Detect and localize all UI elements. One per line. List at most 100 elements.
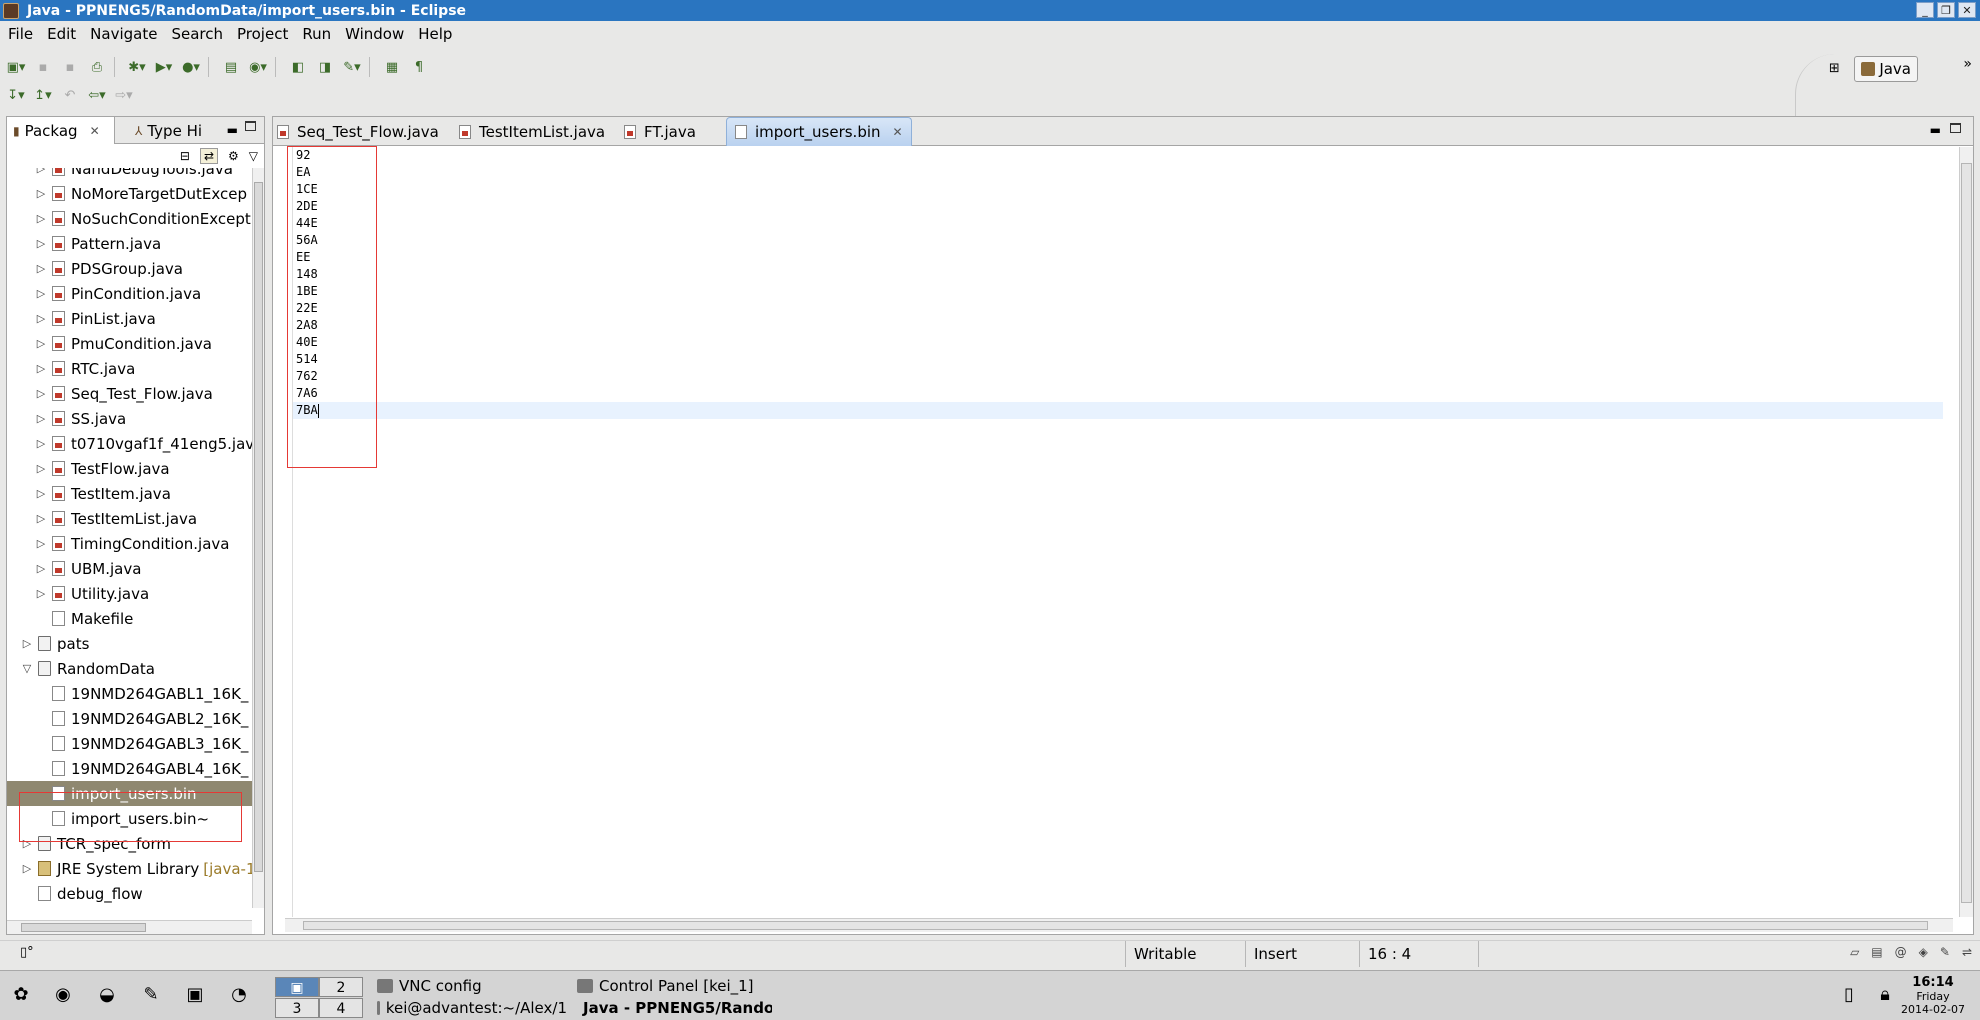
next-annotation-icon[interactable]: ↧▾ [5,85,27,105]
open-folder-icon[interactable]: ◨ [314,57,336,77]
close-icon[interactable]: ✕ [90,124,100,138]
new-class-icon[interactable]: ◉▾ [247,57,269,77]
javadoc-icon[interactable]: @ [1895,945,1907,959]
tree-folder-item[interactable]: ▷ pats [21,631,90,656]
menu-help[interactable]: Help [412,25,458,43]
workspace-3[interactable]: 3 [275,998,319,1018]
tree-file-item[interactable]: ▷ NoSuchConditionExcept [35,206,251,231]
tree-file-item[interactable]: ▷ SS.java [35,406,126,431]
tree-file-item[interactable]: ▷ PinList.java [35,306,156,331]
collapse-all-icon[interactable]: ⊟ [180,149,190,163]
toggle-mark-icon[interactable]: ▦ [381,57,403,77]
task-eclipse[interactable]: Java - PPNENG5/Rando [577,997,772,1018]
print-icon[interactable]: ⎙ [86,57,108,77]
tree-file-item[interactable]: ▷ TestFlow.java [35,456,170,481]
tree-file-item[interactable]: ▷ NoMoreTargetDutExcep [35,181,247,206]
minimize-icon[interactable]: ▬ [227,123,238,137]
tree-file-item[interactable]: ▷ Pattern.java [35,231,161,256]
tree-file-item[interactable]: debug_flow [21,881,143,906]
tree-file-item[interactable]: 19NMD264GABL1_16K_ [35,681,248,706]
menu-project[interactable]: Project [231,25,294,43]
chevron-right-icon[interactable]: ▷ [35,437,47,450]
tab-type-hierarchy[interactable]: ⅄ Type Hi [131,117,202,144]
tree-file-item[interactable]: Makefile [35,606,133,631]
help-icon[interactable]: ◔ [226,984,252,1008]
tree-folder-item[interactable]: ▽ RandomData [21,656,155,681]
chevron-right-icon[interactable]: ▷ [21,637,33,650]
tree-file-item[interactable]: ▷ PmuCondition.java [35,331,212,356]
editor-icon[interactable]: ✎ [138,984,164,1008]
chevron-right-icon[interactable]: ▷ [35,212,47,225]
view-menu-icon[interactable]: ▽ [249,149,258,163]
lock-icon[interactable]: 🔒︎ [1872,984,1898,1008]
show-whitespace-icon[interactable]: ¶ [408,57,430,77]
close-window-button[interactable]: ✕ [1958,2,1976,18]
minimize-window-button[interactable]: _ [1916,2,1934,18]
editor-tab[interactable]: import_users.bin ✕ [726,117,912,146]
tasks-icon[interactable]: ✎ [1940,945,1950,959]
start-menu-icon[interactable]: ✿ [8,984,34,1008]
chevron-right-icon[interactable]: ▷ [35,562,47,575]
maximize-icon[interactable] [245,121,256,131]
editor-tab[interactable]: FT.java [624,117,696,146]
last-edit-icon[interactable]: ↶ [59,85,81,105]
editor-tab[interactable]: TestItemList.java [459,117,605,146]
new-icon[interactable]: ▣▾ [5,57,27,77]
tree-file-item[interactable]: ▷ UBM.java [35,556,142,581]
save-icon[interactable]: ▪ [32,57,54,77]
tab-package-explorer[interactable]: ▮ Packag ✕ [7,117,115,144]
fast-view-icon[interactable]: ▯° [20,945,34,960]
link-with-editor-icon[interactable]: ⇄ [199,148,218,164]
chevron-right-icon[interactable]: ▷ [35,337,47,350]
workspace-2[interactable]: 2 [319,977,363,997]
tree-file-item[interactable]: 19NMD264GABL3_16K_ [35,731,248,756]
perspective-java-button[interactable]: Java [1854,56,1918,82]
external-tools-icon[interactable]: ●▾ [180,57,202,77]
editor-tab[interactable]: Seq_Test_Flow.java [277,117,439,146]
save-all-icon[interactable]: ▪ [59,57,81,77]
tree-file-item[interactable]: ▷ RTC.java [35,356,136,381]
chevron-right-icon[interactable]: ▷ [35,312,47,325]
chevron-more-icon[interactable]: » [1963,56,1972,72]
filter-icon[interactable]: ⚙ [228,149,239,163]
menu-window[interactable]: Window [339,25,410,43]
workspace-1[interactable]: ▣ [275,977,319,997]
browser-icon[interactable]: ◉ [50,984,76,1008]
open-type-icon[interactable]: ◧ [287,57,309,77]
problems-icon[interactable]: ▤ [1871,945,1882,959]
task-control-panel[interactable]: Control Panel [kei_1] [577,975,817,996]
previous-annotation-icon[interactable]: ↥▾ [32,85,54,105]
chevron-right-icon[interactable]: ▷ [35,387,47,400]
tree-file-item[interactable]: ▷ TimingCondition.java [35,531,230,556]
tree-file-item[interactable]: ▷ Seq_Test_Flow.java [35,381,213,406]
editor-horizontal-scrollbar[interactable] [285,918,1953,932]
menu-search[interactable]: Search [165,25,229,43]
declaration-icon[interactable]: ◈ [1919,945,1928,959]
chevron-right-icon[interactable]: ▷ [35,462,47,475]
chevron-right-icon[interactable]: ▷ [35,537,47,550]
task-terminal[interactable]: kei@advantest:~/Alex/1 [377,997,567,1018]
progress-icon[interactable]: ⇌ [1962,945,1972,959]
chevron-right-icon[interactable]: ▷ [35,287,47,300]
tree-file-item[interactable]: 19NMD264GABL2_16K_ [35,706,248,731]
chevron-right-icon[interactable]: ▷ [35,587,47,600]
chevron-right-icon[interactable]: ▷ [35,262,47,275]
tree-horizontal-scrollbar[interactable] [7,920,252,934]
chevron-right-icon[interactable]: ▷ [35,168,47,175]
chevron-right-icon[interactable]: ▷ [35,237,47,250]
tree-file-item[interactable]: ▷ JRE System Library [java-1 [21,856,252,881]
tree-file-item[interactable]: ▷ Utility.java [35,581,149,606]
editor-text-area[interactable]: 92 EA 1CE 2DE 44E 56A EE 148 1BE 22E 2A8 40E 514 762 7… [285,147,1953,917]
menu-file[interactable]: File [2,25,39,43]
minimize-icon[interactable]: ▬ [1930,123,1941,137]
terminal-icon[interactable]: ▣ [182,984,208,1008]
maximize-icon[interactable] [1950,123,1961,133]
back-icon[interactable]: ⇦▾ [86,85,108,105]
new-java-project-icon[interactable]: ▤ [220,57,242,77]
menu-navigate[interactable]: Navigate [84,25,163,43]
clipboard-icon[interactable]: ▯ [1836,984,1862,1008]
trim-stack-icon[interactable]: ▱ [1850,945,1859,959]
restore-window-button[interactable]: ❐ [1937,2,1955,18]
debug-icon[interactable]: ✱▾ [126,57,148,77]
chevron-right-icon[interactable]: ▷ [21,862,33,875]
